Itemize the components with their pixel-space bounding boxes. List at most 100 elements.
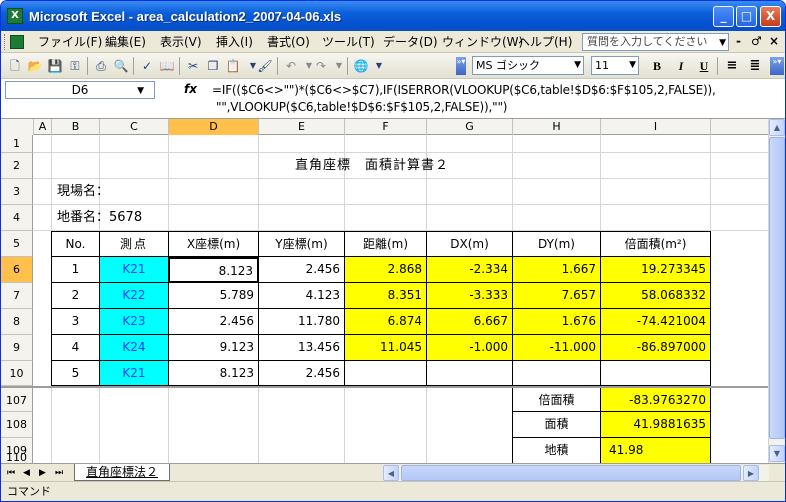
- help-question-input[interactable]: 質問を入力してください ▼: [582, 33, 729, 51]
- cell-double-area[interactable]: -86.897000: [600, 335, 711, 361]
- row-header-5[interactable]: 5: [1, 231, 33, 257]
- doc-minimize-button[interactable]: -: [736, 34, 741, 48]
- header-dx[interactable]: DX(m): [426, 231, 513, 257]
- row-header-8[interactable]: 8: [1, 309, 33, 335]
- cell-y[interactable]: 2.456: [258, 257, 345, 283]
- cell-x[interactable]: 9.123: [168, 335, 259, 361]
- cell-no[interactable]: 5: [51, 361, 100, 386]
- open-icon[interactable]: 📂: [27, 58, 43, 74]
- lot-number-label[interactable]: 地番名：5678: [57, 205, 142, 230]
- cell-x[interactable]: 8.123: [168, 361, 259, 386]
- row-header-3[interactable]: 3: [1, 179, 33, 205]
- cell-no[interactable]: 1: [51, 257, 100, 283]
- header-point[interactable]: 測点: [99, 231, 169, 257]
- cell-dx[interactable]: -3.333: [426, 283, 513, 309]
- maximize-button[interactable]: □: [736, 6, 757, 27]
- cell-dx[interactable]: [426, 361, 513, 386]
- chevron-down-icon[interactable]: ▼: [371, 58, 387, 74]
- toolbar-options-icon[interactable]: »▾: [456, 57, 466, 75]
- research-icon[interactable]: 📖: [159, 58, 175, 74]
- cut-icon[interactable]: ✂: [185, 58, 201, 74]
- cell-distance[interactable]: [344, 361, 427, 386]
- horizontal-scroll-thumb[interactable]: [401, 465, 741, 481]
- cell-no[interactable]: 4: [51, 335, 100, 361]
- summary-value[interactable]: -83.9763270: [600, 388, 711, 412]
- row-header-1[interactable]: 1: [1, 135, 33, 153]
- spelling-icon[interactable]: ✓: [139, 58, 155, 74]
- header-x[interactable]: X座標(m): [168, 231, 259, 257]
- hyperlink-icon[interactable]: 🌐: [353, 58, 369, 74]
- chevron-down-icon[interactable]: ▼: [574, 57, 581, 74]
- first-sheet-icon[interactable]: ⏮: [7, 466, 15, 480]
- bold-button[interactable]: B: [648, 57, 666, 75]
- cell-y[interactable]: 11.780: [258, 309, 345, 335]
- cell-x[interactable]: 2.456: [168, 309, 259, 335]
- sheet-tab[interactable]: 直角座標法２: [74, 464, 170, 481]
- cell-double-area[interactable]: 19.273345: [600, 257, 711, 283]
- cell-no[interactable]: 3: [51, 309, 100, 335]
- row-header-108[interactable]: 108: [1, 412, 33, 438]
- italic-button[interactable]: I: [672, 57, 690, 75]
- header-double-area[interactable]: 倍面積(m²): [600, 231, 711, 257]
- row-header-10[interactable]: 10: [1, 361, 33, 386]
- cell-point[interactable]: K21: [99, 257, 169, 283]
- column-header-i[interactable]: I: [601, 119, 711, 135]
- vertical-scrollbar[interactable]: ▲ ▼: [768, 119, 785, 463]
- cell-y[interactable]: 13.456: [258, 335, 345, 361]
- summary-value[interactable]: 41.98: [600, 438, 711, 463]
- row-header-2[interactable]: 2: [1, 153, 33, 179]
- font-size-select[interactable]: 11 ▼: [591, 56, 639, 75]
- column-header-f[interactable]: F: [345, 119, 427, 135]
- cell-point[interactable]: K22: [99, 283, 169, 309]
- next-sheet-icon[interactable]: ▶: [39, 466, 46, 480]
- scroll-right-icon[interactable]: ▶: [743, 465, 759, 481]
- format-painter-icon[interactable]: 🖌: [257, 58, 273, 74]
- chevron-down-icon[interactable]: ▼: [719, 35, 726, 51]
- cell-x[interactable]: 5.789: [168, 283, 259, 309]
- row-header-110[interactable]: 110: [1, 452, 33, 463]
- menu-file[interactable]: ファイル(F): [38, 34, 102, 50]
- cell-point[interactable]: K23: [99, 309, 169, 335]
- chevron-down-icon[interactable]: ▼: [629, 57, 636, 74]
- cell-dy[interactable]: 1.676: [512, 309, 601, 335]
- menu-data[interactable]: データ(D): [383, 34, 438, 50]
- permission-icon[interactable]: ⚿: [67, 58, 83, 74]
- menu-window[interactable]: ウィンドウ(W): [442, 34, 523, 50]
- new-icon[interactable]: 🗋: [7, 58, 23, 74]
- active-cell[interactable]: 8.123: [168, 257, 259, 283]
- insert-function-icon[interactable]: fx: [184, 82, 197, 96]
- cell-dy[interactable]: -11.000: [512, 335, 601, 361]
- cell-dy[interactable]: 1.667: [512, 257, 601, 283]
- doc-close-button[interactable]: ×: [769, 34, 779, 48]
- vertical-scroll-thumb[interactable]: [769, 137, 785, 439]
- summary-value[interactable]: 41.9881635: [600, 412, 711, 438]
- cell-distance[interactable]: 6.874: [344, 309, 427, 335]
- menu-format[interactable]: 書式(O): [267, 34, 310, 50]
- prev-sheet-icon[interactable]: ◀: [23, 466, 30, 480]
- cell-dx[interactable]: 6.667: [426, 309, 513, 335]
- toolbar-options-icon[interactable]: »▾: [770, 57, 784, 75]
- cell-distance[interactable]: 8.351: [344, 283, 427, 309]
- font-name-select[interactable]: MS ゴシック ▼: [472, 56, 584, 75]
- site-name-label[interactable]: 現場名：: [57, 179, 109, 204]
- cell-double-area[interactable]: 58.068332: [600, 283, 711, 309]
- formula-input[interactable]: =IF(($C6<>"")*($C6<>$C7),IF(ISERROR(VLOO…: [212, 82, 782, 116]
- column-header-g[interactable]: G: [427, 119, 513, 135]
- cell-no[interactable]: 2: [51, 283, 100, 309]
- close-button[interactable]: X: [760, 6, 781, 27]
- sheet-title[interactable]: 直角座標 面積計算書２: [33, 153, 711, 178]
- summary-label[interactable]: 面積: [512, 412, 601, 438]
- column-header-e[interactable]: E: [259, 119, 345, 135]
- paste-icon[interactable]: 📋: [225, 58, 241, 74]
- menu-tools[interactable]: ツール(T): [322, 34, 375, 50]
- scroll-left-icon[interactable]: ◀: [383, 465, 399, 481]
- horizontal-scrollbar[interactable]: ◀ ▶: [383, 465, 769, 481]
- menu-insert[interactable]: 挿入(I): [216, 34, 253, 50]
- row-header-9[interactable]: 9: [1, 335, 33, 361]
- column-header-c[interactable]: C: [100, 119, 169, 135]
- underline-button[interactable]: U: [695, 57, 713, 75]
- workbook-icon[interactable]: [10, 35, 24, 49]
- print-preview-icon[interactable]: 🔍: [113, 58, 129, 74]
- align-center-icon[interactable]: ≣: [746, 57, 764, 75]
- header-no[interactable]: No.: [51, 231, 100, 257]
